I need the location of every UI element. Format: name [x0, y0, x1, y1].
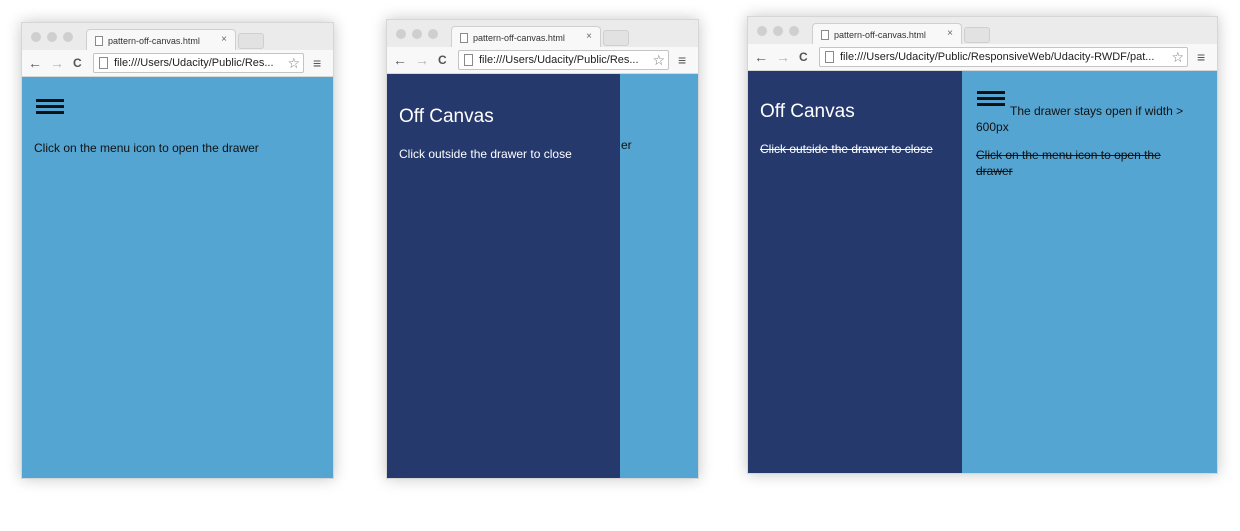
close-window-button[interactable] [396, 29, 406, 39]
zoom-window-button[interactable] [63, 32, 73, 42]
address-bar[interactable]: file:///Users/Udacity/Public/ResponsiveW… [819, 47, 1188, 67]
tab-strip: pattern-off-canvas.html × [387, 20, 698, 48]
off-canvas-drawer[interactable]: Off Canvas Click outside the drawer to c… [748, 71, 962, 473]
browser-toolbar: ← → C file:///Users/Udacity/Public/Respo… [748, 44, 1217, 71]
window-controls [757, 26, 799, 36]
new-tab-button[interactable] [964, 27, 990, 43]
page-content: Off Canvas Click outside the drawer to c… [748, 71, 1217, 473]
browser-toolbar: ← → C file:///Users/Udacity/Public/Res..… [22, 50, 333, 77]
browser-window-3: pattern-off-canvas.html × ← → C file:///… [747, 16, 1218, 474]
tab-close-icon[interactable]: × [221, 34, 227, 45]
page-icon [821, 29, 829, 40]
page-icon [95, 35, 103, 46]
drawer-text: Click outside the drawer to close [399, 147, 572, 161]
forward-arrow-icon[interactable]: → [776, 49, 790, 65]
browser-menu-icon[interactable]: ≡ [313, 55, 321, 71]
back-arrow-icon[interactable]: ← [393, 52, 407, 68]
minimize-window-button[interactable] [773, 26, 783, 36]
page-icon [460, 32, 468, 43]
hamburger-menu-icon[interactable] [36, 99, 64, 117]
tab-title: pattern-off-canvas.html [473, 32, 565, 43]
tab-title: pattern-off-canvas.html [108, 35, 200, 46]
reload-icon[interactable]: C [799, 49, 808, 65]
zoom-window-button[interactable] [428, 29, 438, 39]
bookmark-star-icon[interactable]: ☆ [1171, 48, 1184, 66]
tab-close-icon[interactable]: × [947, 28, 953, 39]
drawer-text: Click outside the drawer to close [760, 142, 933, 156]
page-content[interactable]: er Off Canvas Click outside the drawer t… [387, 74, 698, 478]
drawer-title: Off Canvas [760, 101, 855, 122]
url-text: file:///Users/Udacity/Public/ResponsiveW… [840, 51, 1155, 63]
address-bar[interactable]: file:///Users/Udacity/Public/Res... ☆ [458, 50, 669, 70]
browser-menu-icon[interactable]: ≡ [1197, 49, 1205, 65]
browser-window-1: pattern-off-canvas.html × ← → C file:///… [21, 22, 334, 479]
browser-tab[interactable]: pattern-off-canvas.html × [812, 23, 962, 45]
browser-menu-icon[interactable]: ≡ [678, 52, 686, 68]
url-text: file:///Users/Udacity/Public/Res... [479, 54, 639, 66]
page-icon [825, 51, 834, 63]
browser-tab[interactable]: pattern-off-canvas.html × [451, 26, 601, 48]
instruction-text: Click on the menu icon to open the drawe… [34, 141, 259, 155]
tab-title: pattern-off-canvas.html [834, 29, 926, 40]
window-controls [396, 29, 438, 39]
tab-strip: pattern-off-canvas.html × [748, 17, 1217, 45]
zoom-window-button[interactable] [789, 26, 799, 36]
tab-close-icon[interactable]: × [586, 31, 592, 42]
tab-strip: pattern-off-canvas.html × [22, 23, 333, 51]
close-window-button[interactable] [31, 32, 41, 42]
reload-icon[interactable]: C [438, 52, 447, 68]
forward-arrow-icon[interactable]: → [50, 55, 64, 71]
instruction-text: Click on the menu icon to open the drawe… [976, 148, 1161, 178]
page-icon [464, 54, 473, 66]
instruction-text-partial: er [621, 138, 632, 152]
browser-tab[interactable]: pattern-off-canvas.html × [86, 29, 236, 51]
close-window-button[interactable] [757, 26, 767, 36]
url-text: file:///Users/Udacity/Public/Res... [114, 57, 274, 69]
drawer-title: Off Canvas [399, 106, 494, 127]
bookmark-star-icon[interactable]: ☆ [652, 51, 665, 69]
off-canvas-drawer[interactable]: Off Canvas Click outside the drawer to c… [387, 74, 620, 478]
new-tab-button[interactable] [603, 30, 629, 46]
page-content: Click on the menu icon to open the drawe… [22, 77, 333, 478]
back-arrow-icon[interactable]: ← [754, 49, 768, 65]
minimize-window-button[interactable] [412, 29, 422, 39]
back-arrow-icon[interactable]: ← [28, 55, 42, 71]
minimize-window-button[interactable] [47, 32, 57, 42]
page-icon [99, 57, 108, 69]
forward-arrow-icon[interactable]: → [415, 52, 429, 68]
browser-window-2: pattern-off-canvas.html × ← → C file:///… [386, 19, 699, 479]
bookmark-star-icon[interactable]: ☆ [287, 54, 300, 72]
reload-icon[interactable]: C [73, 55, 82, 71]
window-controls [31, 32, 73, 42]
drawer-width-note: The drawer stays open if width > 600px [976, 104, 1184, 134]
new-tab-button[interactable] [238, 33, 264, 49]
browser-toolbar: ← → C file:///Users/Udacity/Public/Res..… [387, 47, 698, 74]
address-bar[interactable]: file:///Users/Udacity/Public/Res... ☆ [93, 53, 304, 73]
